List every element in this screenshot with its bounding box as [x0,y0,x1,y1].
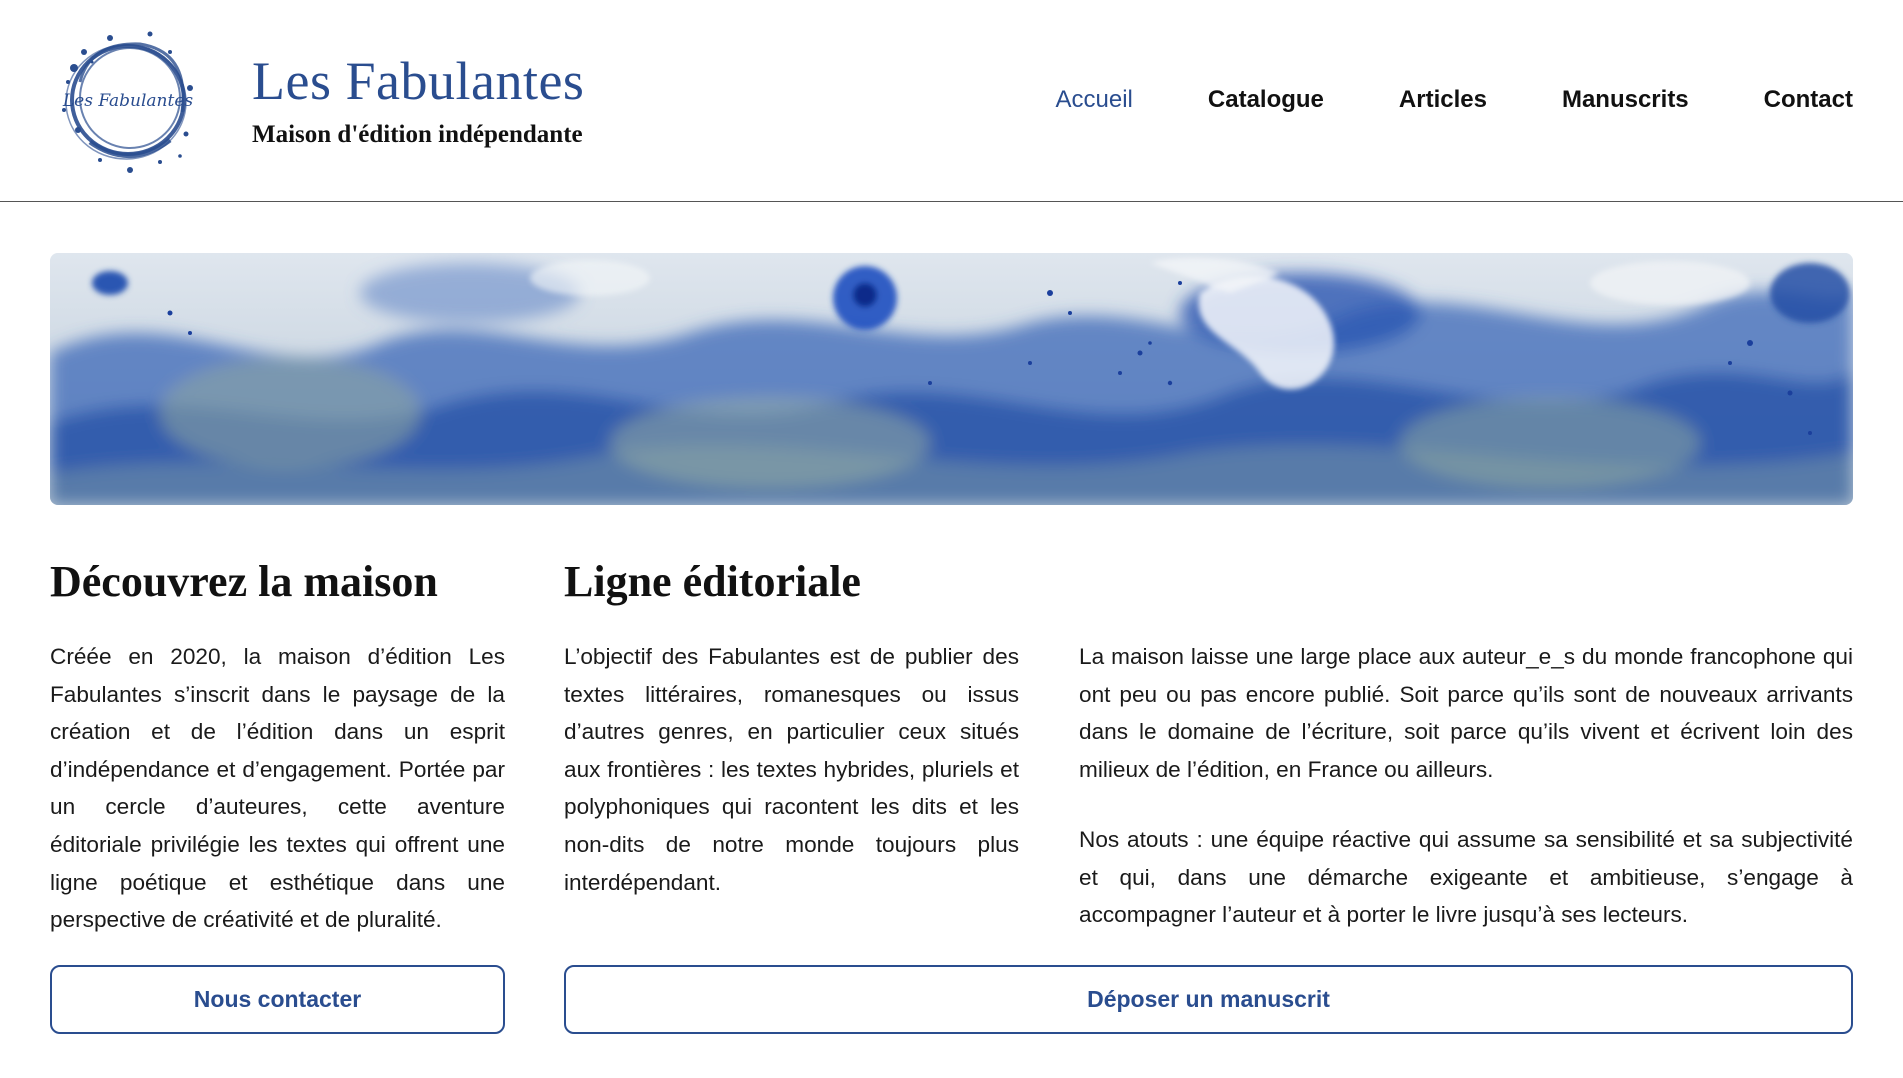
ink-circle-logo-icon: Les Fabulantes [62,31,193,173]
heading-ligne-editoriale: Ligne éditoriale [564,557,861,606]
contact-button[interactable]: Nous contacter [50,965,505,1034]
ligne-text-objectif: L’objectif des Fabulantes est de publier… [564,644,1019,895]
nav-item-contact[interactable]: Contact [1764,86,1853,114]
ligne-text-atouts: Nos atouts : une équipe réactive qui ass… [1079,827,1853,928]
nav-item-articles[interactable]: Articles [1399,86,1487,114]
logo[interactable]: Les Fabulantes [50,22,205,177]
maison-description: Créée en 2020, la maison d’édition Les F… [50,644,505,933]
watercolor-banner-image [50,253,1853,505]
site-title[interactable]: Les Fabulantes [252,50,584,112]
site-subtitle: Maison d'édition indépendante [252,121,583,148]
main-nav: Accueil Catalogue Articles Manuscrits Co… [981,86,1853,114]
heading-decouvrez-maison: Découvrez la maison [50,557,438,606]
nav-item-manuscrits[interactable]: Manuscrits [1562,86,1689,114]
ligne-text-auteurs: La maison laisse une large place aux aut… [1079,644,1853,782]
svg-text:Les Fabulantes: Les Fabulantes [62,91,193,111]
site-header: Les Fabulantes Les Fabulantes Maison d'é… [0,0,1903,202]
nav-item-accueil[interactable]: Accueil [1056,86,1133,114]
nav-item-catalogue[interactable]: Catalogue [1208,86,1324,114]
submit-manuscript-button[interactable]: Déposer un manuscrit [564,965,1853,1034]
hero-banner [50,253,1853,505]
